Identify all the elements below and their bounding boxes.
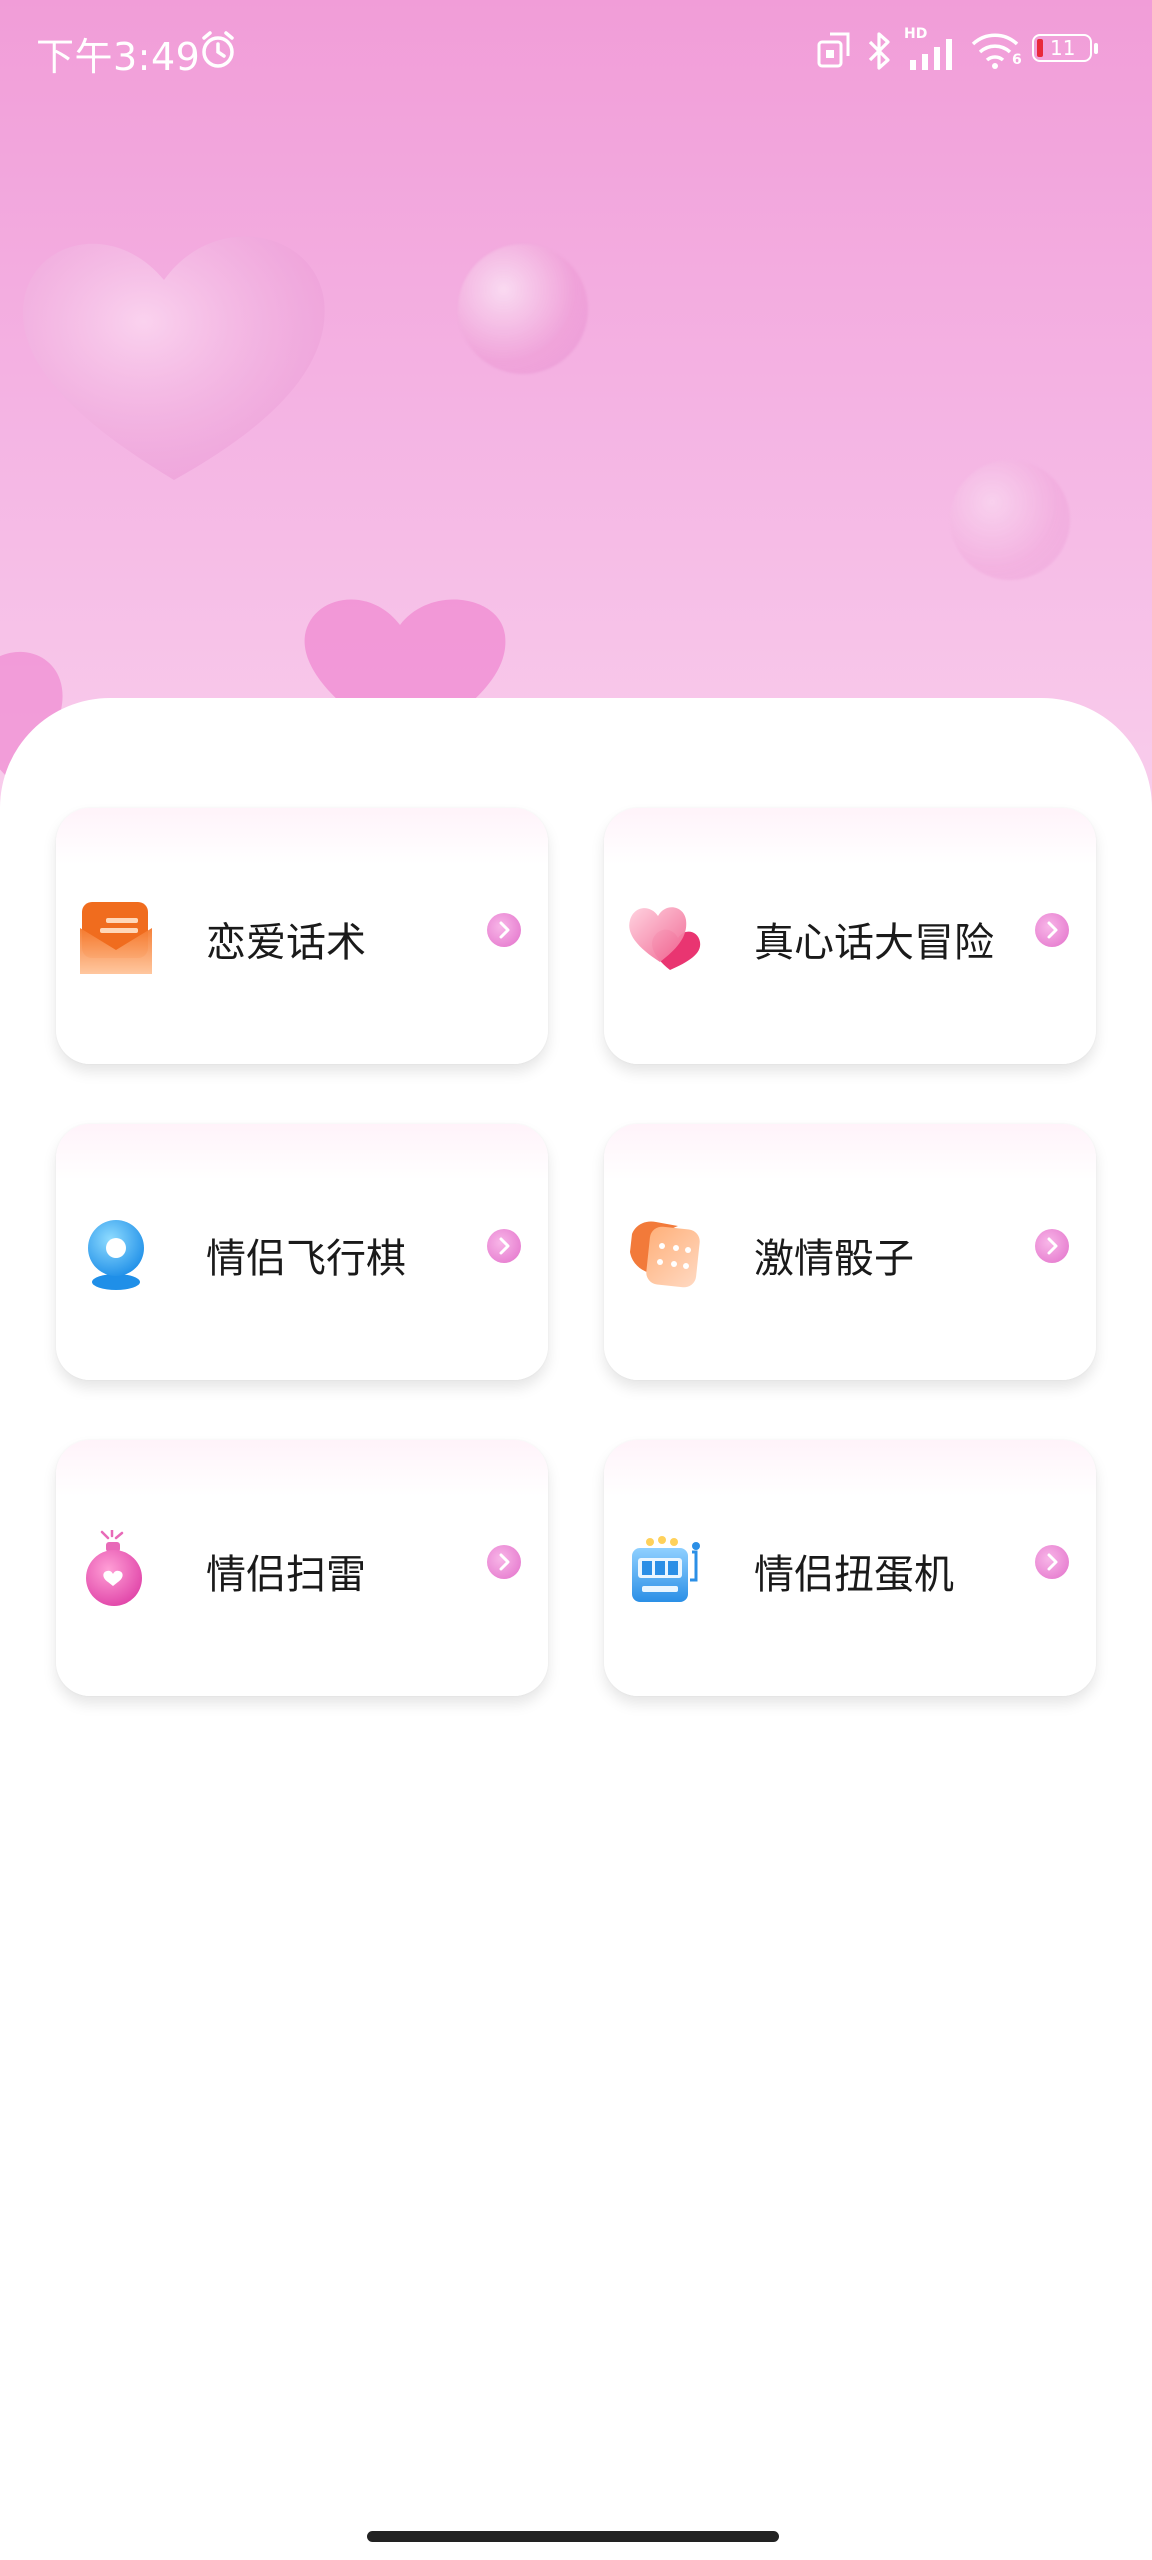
bomb-icon: [86, 1530, 142, 1606]
battery-indicator: 11: [1032, 34, 1102, 66]
decorative-heart-large: [22, 236, 325, 480]
chevron-right-icon: [1035, 1229, 1069, 1263]
alarm-icon: [202, 31, 234, 68]
chevron-right-icon: [487, 1545, 521, 1579]
card-gacha-machine[interactable]: 情侣扭蛋机: [604, 1440, 1096, 1696]
wifi-status: 6: [970, 30, 1026, 74]
card-label: 激情骰子: [754, 1236, 914, 1282]
status-bar: 下午3:49 HD 6 11: [0, 0, 1152, 104]
card-label: 情侣扭蛋机: [754, 1552, 954, 1598]
decorative-bubble: [458, 244, 588, 374]
battery-level: 11: [1050, 36, 1076, 60]
signal-icon: [910, 39, 952, 70]
envelope-icon: [80, 902, 152, 974]
chevron-right-icon: [487, 913, 521, 947]
rotation-lock-icon: [817, 32, 850, 68]
game-disc-icon: [88, 1220, 144, 1290]
card-label: 情侣飞行棋: [206, 1236, 406, 1282]
dice-icon: [630, 1221, 700, 1288]
card-passion-dice[interactable]: 激情骰子: [604, 1124, 1096, 1380]
card-love-lines[interactable]: 恋爱话术: [56, 808, 548, 1064]
decorative-bubble: [950, 460, 1070, 580]
heart-icon: [629, 907, 701, 970]
card-label: 恋爱话术: [206, 920, 366, 966]
chevron-right-icon: [1035, 1545, 1069, 1579]
home-indicator[interactable]: [367, 2531, 779, 2542]
chevron-right-icon: [487, 1229, 521, 1263]
card-ludo[interactable]: 情侣飞行棋: [56, 1124, 548, 1380]
card-minesweeper[interactable]: 情侣扫雷: [56, 1440, 548, 1696]
bluetooth-icon: [868, 32, 890, 70]
wifi-version-label: 6: [1012, 52, 1022, 68]
card-label: 情侣扫雷: [206, 1552, 366, 1598]
card-truth-or-dare[interactable]: 真心话大冒险: [604, 808, 1096, 1064]
status-time: 下午3:49: [36, 35, 201, 79]
signal-strength: HD: [904, 26, 960, 70]
card-label: 真心话大冒险: [754, 920, 994, 966]
chevron-right-icon: [1035, 913, 1069, 947]
slot-machine-icon: [632, 1536, 700, 1602]
